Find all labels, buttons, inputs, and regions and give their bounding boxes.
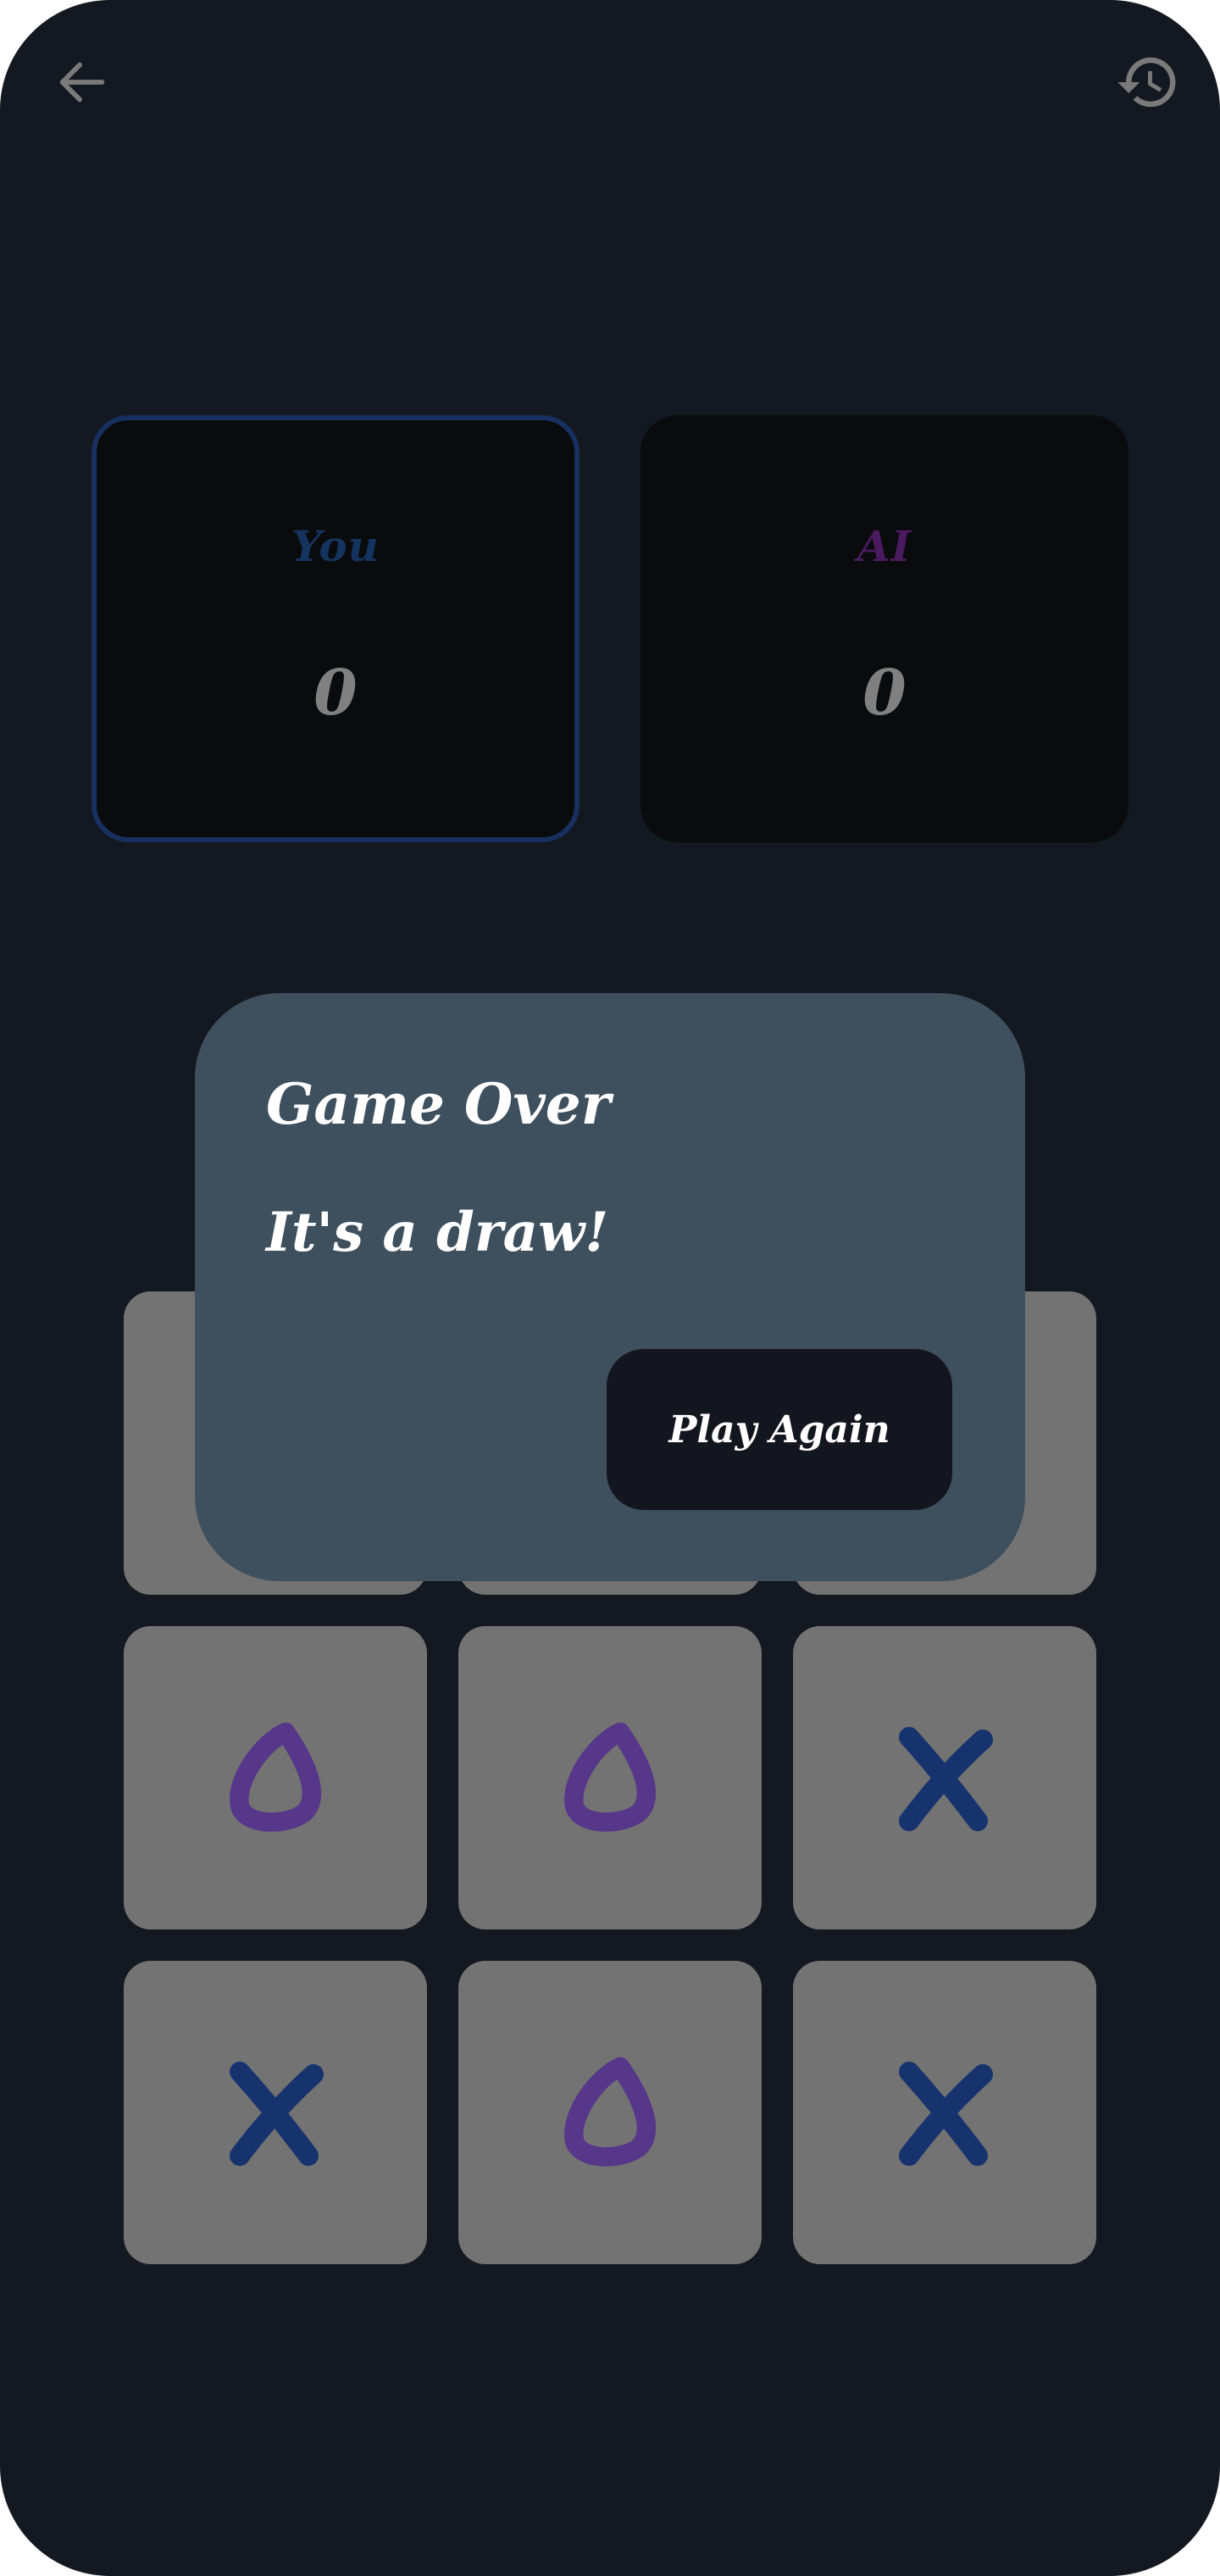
board-cell[interactable]	[124, 1626, 427, 1929]
board-cell[interactable]	[793, 1961, 1096, 2264]
history-button[interactable]	[1101, 36, 1195, 129]
player-score-card: You 0	[92, 415, 580, 842]
ai-score: 0	[862, 657, 907, 730]
ai-label: AI	[857, 521, 912, 571]
x-mark-icon	[230, 2062, 324, 2166]
arrow-left-icon	[59, 62, 105, 103]
dialog-message: It's a draw!	[266, 1201, 609, 1264]
o-mark-icon	[230, 1722, 322, 1832]
history-icon	[1117, 57, 1176, 108]
o-mark-icon	[564, 2057, 657, 2167]
player-score: 0	[313, 657, 358, 730]
x-mark-icon	[899, 2062, 993, 2166]
board-cell[interactable]	[458, 1961, 762, 2264]
play-again-button[interactable]: Play Again	[607, 1349, 952, 1510]
game-screen: You 0 AI 0 Game Over It's a draw! Play A…	[0, 0, 1220, 2576]
dialog-title: Game Over	[266, 1071, 611, 1137]
x-mark-icon	[899, 1727, 993, 1831]
ai-score-card: AI 0	[640, 415, 1128, 842]
game-over-dialog: Game Over It's a draw! Play Again	[195, 993, 1025, 1581]
board-cell[interactable]	[458, 1626, 762, 1929]
o-mark-icon	[564, 1722, 657, 1832]
back-button[interactable]	[36, 36, 129, 129]
player-label: You	[291, 521, 380, 571]
board-cell[interactable]	[124, 1961, 427, 2264]
board-cell[interactable]	[793, 1626, 1096, 1929]
